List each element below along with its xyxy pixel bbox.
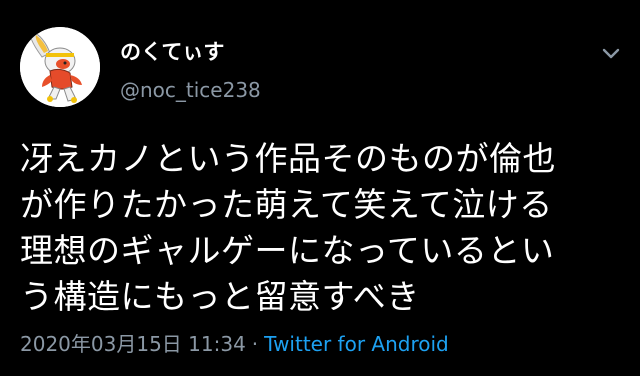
tweet-source-link[interactable]: Twitter for Android: [264, 332, 449, 356]
tweet-text-line: 理想のギャルゲーになっているとい: [20, 231, 555, 270]
chevron-down-icon: [602, 48, 620, 59]
tweet-menu-button[interactable]: [598, 40, 624, 66]
avatar[interactable]: [20, 27, 100, 107]
tweet-card: のくてぃす @noc_tice238 冴えカノという作品そのものが倫也 が作りた…: [0, 0, 640, 376]
tweet-text-line: 冴えカノという作品そのものが倫也: [20, 139, 556, 178]
author-handle[interactable]: @noc_tice238: [120, 78, 261, 102]
tweet-timestamp[interactable]: 2020年03月15日 11:34: [20, 332, 246, 356]
meta-separator: ·: [251, 332, 259, 356]
character-avatar-icon: [20, 27, 100, 107]
author-display-name[interactable]: のくてぃす: [120, 36, 224, 66]
tweet-text: 冴えカノという作品そのものが倫也 が作りたかった萌えて笑えて泣ける 理想のギャル…: [20, 136, 620, 320]
tweet-meta: 2020年03月15日 11:34 · Twitter for Android: [20, 328, 449, 357]
tweet-text-line: が作りたかった萌えて笑えて泣ける: [20, 185, 553, 224]
tweet-text-line: う構造にもっと留意すべき: [20, 277, 420, 316]
